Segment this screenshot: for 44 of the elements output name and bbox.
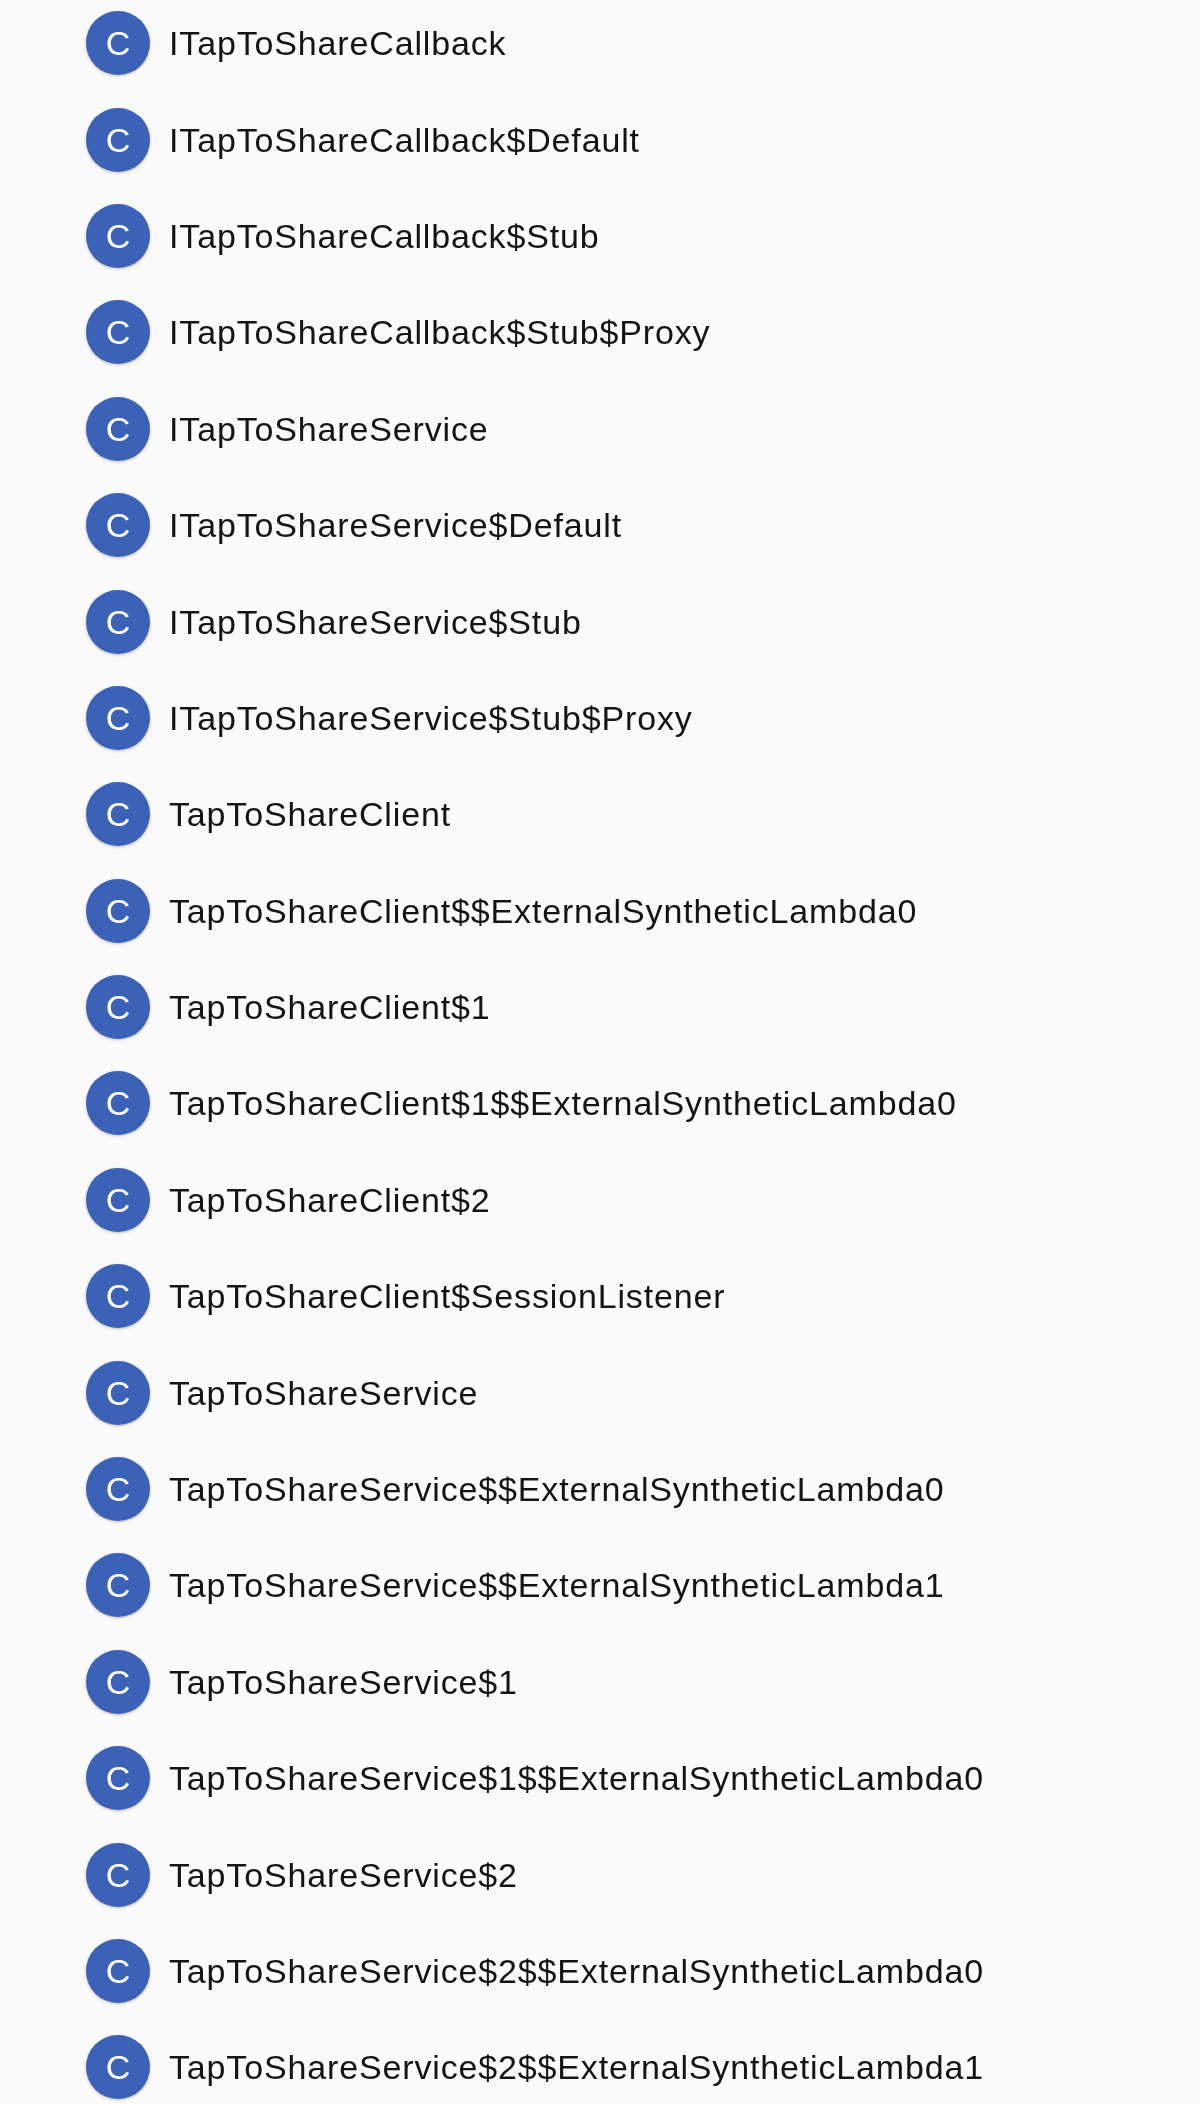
class-name[interactable]: ITapToShareService bbox=[169, 407, 489, 450]
class-name[interactable]: TapToShareClient$2 bbox=[169, 1178, 491, 1221]
class-icon: C bbox=[86, 975, 150, 1040]
class-icon: C bbox=[86, 1746, 150, 1811]
class-icon: C bbox=[86, 2035, 150, 2100]
class-icon: C bbox=[86, 1553, 150, 1618]
class-icon: C bbox=[86, 493, 150, 558]
class-name[interactable]: TapToShareService$2$$ExternalSyntheticLambda1 bbox=[169, 2046, 985, 2089]
class-name[interactable]: ITapToShareService$Stub bbox=[169, 600, 582, 643]
class-icon: C bbox=[86, 203, 150, 268]
class-icon: C bbox=[86, 1071, 150, 1136]
class-name[interactable]: ITapToShareService$Default bbox=[169, 504, 622, 547]
class-icon: C bbox=[86, 300, 150, 365]
class-icon: C bbox=[86, 1264, 150, 1329]
class-name[interactable]: TapToShareService$$ExternalSyntheticLambda1 bbox=[169, 1564, 945, 1607]
class-icon: C bbox=[86, 396, 150, 461]
class-icon: C bbox=[86, 589, 150, 654]
class-name[interactable]: TapToShareService$$ExternalSyntheticLambda0 bbox=[169, 1468, 945, 1511]
class-name[interactable]: TapToShareService$2 bbox=[169, 1853, 518, 1896]
class-name[interactable]: ITapToShareService$Stub$Proxy bbox=[169, 696, 693, 739]
class-name[interactable]: TapToShareClient$1$$ExternalSyntheticLambda0 bbox=[169, 1082, 957, 1125]
class-name[interactable]: TapToShareService bbox=[169, 1371, 479, 1414]
class-icon: C bbox=[86, 878, 150, 943]
class-icon: C bbox=[86, 1457, 150, 1522]
class-name[interactable]: TapToShareClient$SessionListener bbox=[169, 1275, 726, 1318]
class-name[interactable]: ITapToShareCallback bbox=[169, 22, 507, 65]
class-icon: C bbox=[86, 782, 150, 847]
class-icon: C bbox=[86, 685, 150, 750]
class-icon: C bbox=[86, 1939, 150, 2003]
class-name[interactable]: ITapToShareCallback$Default bbox=[169, 118, 640, 161]
class-icon: C bbox=[86, 1842, 150, 1907]
class-name[interactable]: TapToShareService$2$$ExternalSyntheticLambda0 bbox=[169, 1950, 985, 1992]
class-name[interactable]: TapToShareClient$$ExternalSyntheticLambda0 bbox=[169, 889, 918, 932]
class-icon: C bbox=[86, 11, 150, 76]
class-name[interactable]: TapToShareClient bbox=[169, 793, 451, 836]
class-name[interactable]: ITapToShareCallback$Stub$Proxy bbox=[169, 311, 711, 354]
class-icon: C bbox=[86, 107, 150, 172]
class-name[interactable]: TapToShareService$1$$ExternalSyntheticLambda0 bbox=[169, 1757, 985, 1800]
class-name[interactable]: ITapToShareCallback$Stub bbox=[169, 214, 600, 257]
class-icon: C bbox=[86, 1167, 150, 1232]
class-icon: C bbox=[86, 1360, 150, 1425]
class-name[interactable]: TapToShareService$1 bbox=[169, 1660, 518, 1703]
class-name[interactable]: TapToShareClient$1 bbox=[169, 986, 491, 1029]
class-icon: C bbox=[86, 1649, 150, 1714]
